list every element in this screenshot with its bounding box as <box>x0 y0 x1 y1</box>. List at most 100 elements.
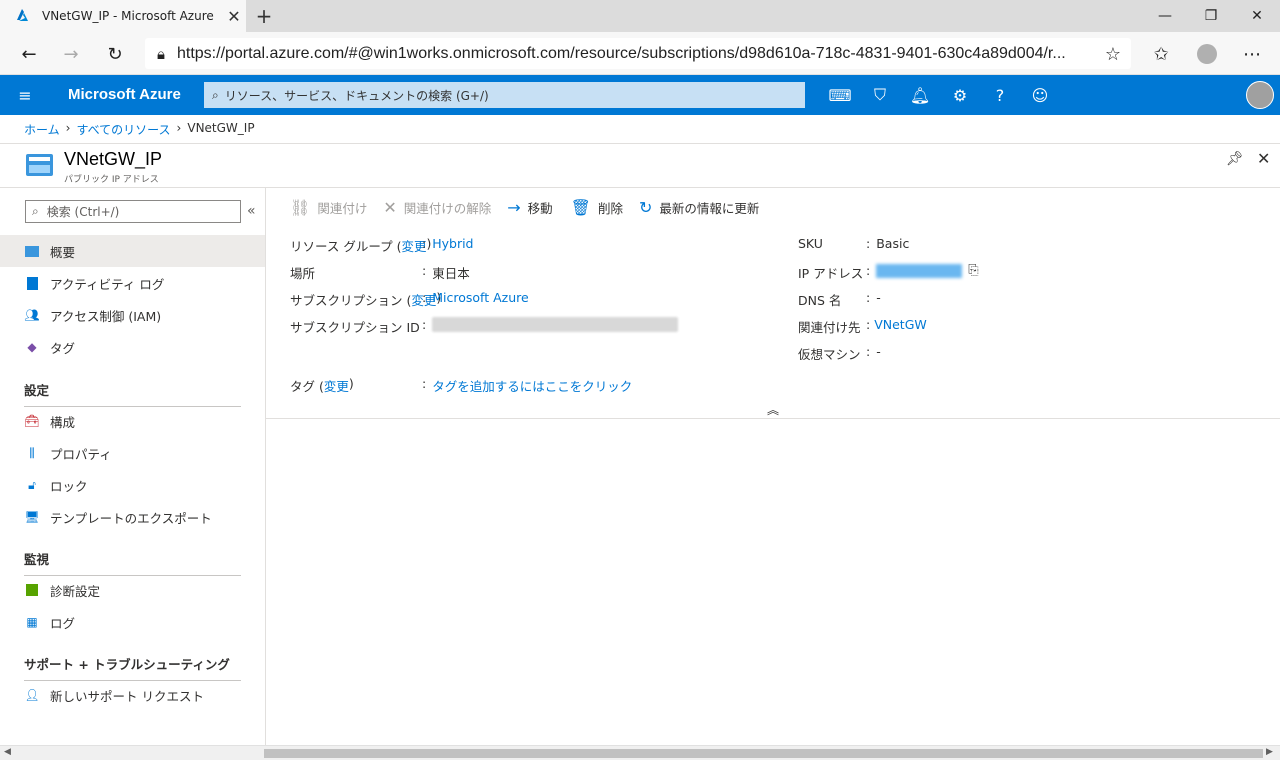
prop-subscription-value: : Microsoft Azure <box>422 290 529 305</box>
chevron-right-icon: › <box>176 121 182 135</box>
menu-item-diagnostic-settings[interactable]: 診断設定 <box>0 574 265 606</box>
scroll-right-icon[interactable]: ▶ <box>1266 747 1273 757</box>
back-icon[interactable]: ← <box>14 39 44 69</box>
separator: : <box>422 317 427 332</box>
azure-brand[interactable]: Microsoft Azure <box>68 86 181 103</box>
search-icon: ⌕ <box>212 87 219 102</box>
prop-tags-value: : タグを追加するにはここをクリック <box>422 376 632 395</box>
menu-item-iam[interactable]: 👥︎ アクセス制御 (IAM) <box>0 299 265 331</box>
trash-icon: 🗑︎ <box>570 197 591 217</box>
prop-label: 場所 <box>290 266 316 281</box>
favorite-star-icon[interactable]: ☆ <box>1098 39 1128 69</box>
prop-label: SKU <box>798 236 823 251</box>
url-field[interactable]: 🔒︎ https://portal.azure.com/#@win1works.… <box>145 38 1131 69</box>
chevron-right-icon: › <box>65 121 71 135</box>
collapse-menu-icon[interactable]: « <box>247 203 256 219</box>
restore-icon[interactable]: ❐ <box>1188 0 1234 32</box>
collapse-essentials-icon[interactable]: ︽ <box>767 401 779 418</box>
new-tab-icon[interactable]: + <box>252 4 276 28</box>
prop-associated-to-value: : VNetGW <box>866 317 927 332</box>
sku-value: Basic <box>876 236 910 251</box>
prop-label: IP アドレス <box>798 266 864 281</box>
azure-logo-icon <box>17 9 28 21</box>
menu-item-overview[interactable]: 概要 <box>0 235 265 267</box>
menu-item-label: アクティビティ ログ <box>50 276 165 292</box>
associate-label: 関連付け <box>317 200 368 216</box>
copy-icon[interactable]: ⎘ <box>968 263 978 278</box>
delete-button[interactable]: 🗑︎ 削除 <box>571 198 623 217</box>
global-search-input[interactable]: ⌕ リソース、サービス、ドキュメントの検索 (G+/) <box>204 82 805 108</box>
tab-title: VNetGW_IP - Microsoft Azure <box>42 9 214 23</box>
favorites-list-icon[interactable]: ✩ <box>1146 39 1176 69</box>
minimize-icon[interactable]: — <box>1142 0 1188 32</box>
add-tags-link[interactable]: タグを追加するにはここをクリック <box>432 376 632 395</box>
prop-label-close: ) <box>348 376 354 391</box>
refresh-icon: ↻ <box>639 197 653 217</box>
menu-item-new-support-request[interactable]: 👤︎ 新しいサポート リクエスト <box>0 679 265 711</box>
pin-icon[interactable]: 📌︎ <box>1226 151 1244 167</box>
resource-group-link[interactable]: Hybrid <box>432 236 473 251</box>
menu-item-label: テンプレートのエクスポート <box>50 510 212 526</box>
separator: : <box>422 236 427 251</box>
associate-button[interactable]: ⛓ 関連付け <box>290 198 367 217</box>
tab-close-icon[interactable]: ✕ <box>222 7 246 26</box>
menu-item-export-template[interactable]: 🖥︎ テンプレートのエクスポート <box>0 501 265 533</box>
avatar[interactable] <box>1246 81 1274 109</box>
menu-item-properties[interactable]: ⫼ プロパティ <box>0 437 265 469</box>
help-icon[interactable]: ? <box>988 83 1012 107</box>
change-tags-link[interactable]: 変更 <box>324 376 349 395</box>
prop-subscription-id-value: : d98d610a-718c-4831-9401-630c4a89d004 <box>422 317 679 332</box>
move-label: 移動 <box>527 200 553 216</box>
forward-icon[interactable]: → <box>56 39 86 69</box>
breadcrumb-current: VNetGW_IP <box>187 121 255 135</box>
move-button[interactable]: → 移動 <box>507 198 552 217</box>
menu-item-label: アクセス制御 (IAM) <box>50 308 162 324</box>
refresh-button[interactable]: ↻ 最新の情報に更新 <box>639 198 759 217</box>
menu-item-label: 診断設定 <box>50 583 101 599</box>
section-support: サポート + トラブルシューティング <box>24 654 241 681</box>
delete-label: 削除 <box>597 200 623 216</box>
cloud-shell-icon[interactable]: ⌨ <box>828 83 852 107</box>
prop-label: 仮想マシン <box>798 347 861 362</box>
separator: : <box>422 263 427 278</box>
reload-icon[interactable]: ↻ <box>100 39 130 69</box>
notifications-bell-icon[interactable]: 🔔︎ <box>908 83 932 107</box>
menu-item-locks[interactable]: 🔓︎ ロック <box>0 469 265 501</box>
directory-filter-icon[interactable]: ⛉ <box>868 83 892 107</box>
hamburger-menu-icon[interactable]: ≡ <box>13 83 37 107</box>
profile-icon[interactable] <box>1192 39 1222 69</box>
breadcrumb-all-resources[interactable]: すべてのリソース <box>76 121 170 138</box>
menu-search-input[interactable]: ⌕ 検索 (Ctrl+/) <box>25 200 241 223</box>
breadcrumb: ホーム › すべてのリソース › VNetGW_IP <box>24 121 255 138</box>
associated-to-link[interactable]: VNetGW <box>874 317 927 332</box>
menu-item-activity-log[interactable]: アクティビティ ログ <box>0 267 265 299</box>
menu-item-logs[interactable]: ▦ ログ <box>0 606 265 638</box>
blade-header: VNetGW_IP パブリック IP アドレス 📌︎ ✕ <box>0 143 1280 188</box>
window-close-icon[interactable]: ✕ <box>1234 0 1280 32</box>
settings-gear-icon[interactable]: ⚙ <box>948 83 972 107</box>
virtual-machine-value: - <box>876 344 881 359</box>
browser-tab[interactable]: VNetGW_IP - Microsoft Azure ✕ <box>0 0 246 32</box>
dissociate-label: 関連付けの解除 <box>403 200 492 216</box>
arrow-right-icon: → <box>507 197 521 217</box>
prop-dns-name: DNS 名 <box>798 290 841 309</box>
horizontal-scrollbar[interactable]: ◀ ▶ <box>0 745 1280 760</box>
menu-item-label: 概要 <box>50 244 76 260</box>
separator: : <box>866 344 871 359</box>
feedback-smiley-icon[interactable]: ☺ <box>1028 83 1052 107</box>
more-icon[interactable]: ⋯ <box>1237 39 1267 69</box>
separator: : <box>866 236 871 251</box>
breadcrumb-home[interactable]: ホーム <box>24 121 60 138</box>
dns-name-value: - <box>876 290 881 305</box>
prop-ip-address-value: : ⎘ <box>866 263 979 278</box>
search-icon: ⌕ <box>32 204 39 218</box>
public-ip-icon <box>26 154 53 176</box>
subscription-link[interactable]: Microsoft Azure <box>432 290 528 305</box>
menu-item-tags[interactable]: ◆ タグ <box>0 331 265 363</box>
scrollbar-thumb[interactable] <box>264 749 1263 758</box>
close-blade-icon[interactable]: ✕ <box>1257 149 1270 168</box>
dissociate-button[interactable]: ✕ 関連付けの解除 <box>383 198 491 217</box>
scroll-left-icon[interactable]: ◀ <box>4 747 11 757</box>
ip-address-value <box>876 263 963 278</box>
menu-item-configuration[interactable]: 🧰︎ 構成 <box>0 405 265 437</box>
